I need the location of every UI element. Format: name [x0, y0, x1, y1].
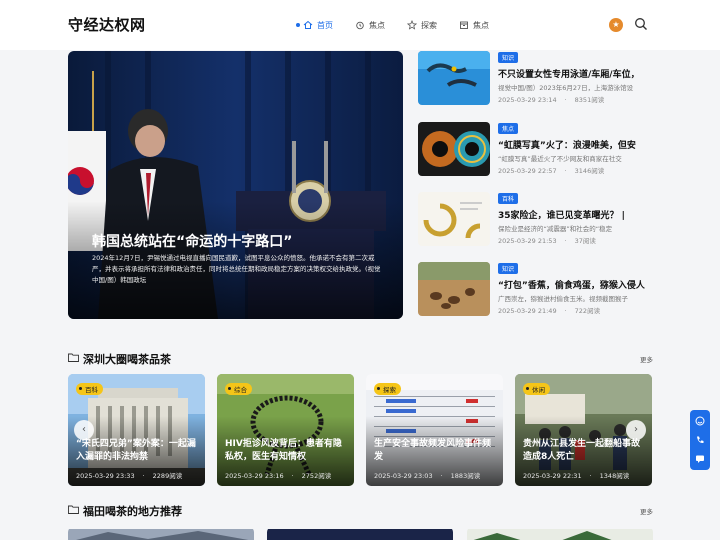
side-meta: 2025-03-29 21:53 · 37阅读 [498, 237, 596, 245]
forest-image [467, 529, 653, 540]
side-meta: 2025-03-29 22:57 · 3146阅读 [498, 167, 605, 175]
nav-focus[interactable]: 焦点 [355, 18, 385, 32]
nav-home[interactable]: 首页 [296, 18, 333, 32]
side-summary: 保险业是经济的“减震器”和社会的“稳定 [498, 225, 613, 233]
chat-icon[interactable] [695, 454, 705, 464]
card-meta: 2025-03-29 23:33 · 2289阅读 [76, 472, 183, 480]
side-article[interactable]: 知识 不只设置女性专用泳道/车厢/车位， 视觉中国/图）2023年6月27日，上… [418, 51, 658, 105]
section-title: 深圳大圈喝茶品茶 [83, 353, 171, 366]
side-tag: 焦点 [498, 123, 519, 134]
active-dot-icon [296, 23, 300, 27]
nav-explore-label: 探索 [421, 20, 437, 30]
top-header: 守经达权网 首页 焦点 探索 焦点 ★ [0, 0, 720, 50]
side-title[interactable]: 35家险企，谁已见变革曙光？ | [498, 208, 668, 221]
smile-icon[interactable] [695, 416, 705, 426]
bottom-card[interactable] [467, 527, 653, 540]
card-title[interactable]: HIV拒诊风波背后：患者有隐私权，医生有知情权 [225, 438, 349, 464]
side-tag: 知识 [498, 263, 519, 274]
card-title[interactable]: 贵州从江县发生一起翻船事故造成8人死亡 [523, 438, 647, 464]
main-nav: 首页 焦点 探索 焦点 [296, 18, 511, 32]
more-link[interactable]: 更多 [640, 506, 653, 516]
nav-focus-2-label: 焦点 [473, 20, 489, 30]
section-title: 福田喝茶的地方推荐 [83, 505, 182, 518]
card-meta: 2025-03-29 23:16 · 2752阅读 [225, 472, 332, 480]
nav-explore[interactable]: 探索 [407, 18, 437, 32]
hero-description: 2024年12月7日，尹锡悦通过电视直播向国民道歉，试图平息公众的愤怒。他承诺不… [92, 254, 381, 284]
card-tag: 探索 [374, 383, 401, 395]
user-avatar[interactable]: ★ [609, 18, 623, 32]
card-title[interactable]: 生产安全事故频发风险事件频发 [374, 438, 498, 464]
side-title[interactable]: 不只设置女性专用泳道/车厢/车位， [498, 67, 668, 80]
card-title[interactable]: “宋氏四兄弟”案外案：一起漏入漏罪的非法拘禁 [76, 438, 200, 464]
home-icon [303, 20, 313, 29]
bottom-card[interactable] [68, 527, 254, 540]
nav-home-label: 首页 [317, 20, 333, 30]
side-summary: 广西崇左，猕猴进村偷食玉米。视频截图猴子 [498, 295, 628, 303]
side-meta: 2025-03-29 23:14 · 8351阅读 [498, 96, 605, 104]
hero-banner[interactable]: 韩国总统站在“命运的十字路口” 2024年12月7日，尹锡悦通过电视直播向国民道… [68, 51, 403, 319]
hero-title[interactable]: 韩国总统站在“命运的十字路口” [92, 231, 292, 251]
folder-icon [68, 505, 79, 514]
more-link[interactable]: 更多 [640, 354, 653, 364]
card-meta: 2025-03-29 22:31 · 1348阅读 [523, 472, 630, 480]
section-header: 福田喝茶的地方推荐 更多 [68, 502, 653, 518]
card-tag: 百科 [76, 383, 103, 395]
iris-thumbnail [418, 122, 490, 176]
side-summary: “虹膜写真”最近火了不少网友和商家在社交 [498, 155, 622, 163]
card-tag: 综合 [225, 383, 252, 395]
side-tag: 百科 [498, 193, 519, 204]
box-icon [460, 21, 468, 29]
monkeys-thumbnail [418, 262, 490, 316]
bottom-card[interactable] [267, 527, 453, 540]
swimmers-thumbnail [418, 51, 490, 105]
side-article[interactable]: 百科 35家险企，谁已见变革曙光？ | 保险业是经济的“减震器”和社会的“稳定 … [418, 192, 658, 246]
section-header: 深圳大圈喝茶品茶 更多 [68, 350, 653, 366]
news-card[interactable]: 探索 生产安全事故频发风险事件频发 2025-03-29 23:03 · 1883阅… [366, 374, 503, 486]
folder-icon [68, 353, 79, 362]
alarm-icon [356, 21, 364, 30]
phone-icon[interactable] [695, 435, 705, 445]
side-article[interactable]: 知识 “打包”香蕉，偷食鸡蛋，猕猴入侵人 广西崇左，猕猴进村偷食玉米。视频截图猴… [418, 262, 658, 316]
side-meta: 2025-03-29 21:49 · 722阅读 [498, 307, 601, 315]
nav-focus-label: 焦点 [369, 20, 385, 30]
night-image [267, 529, 453, 540]
carousel-next-button[interactable]: › [626, 420, 646, 440]
site-logo[interactable]: 守经达权网 [68, 14, 146, 35]
side-tag: 知识 [498, 52, 519, 63]
side-article[interactable]: 焦点 “虹膜写真”火了：浪漫唯美，但安 “虹膜写真”最近火了不少网友和商家在社交… [418, 122, 658, 176]
side-summary: 视觉中国/图）2023年6月27日，上海游泳馆设 [498, 84, 634, 92]
card-tag: 休闲 [523, 383, 550, 395]
insurance-chart-thumbnail [418, 192, 490, 246]
news-card[interactable]: 综合 HIV拒诊风波背后：患者有隐私权，医生有知情权 2025-03-29 23… [217, 374, 354, 486]
side-title[interactable]: “虹膜写真”火了：浪漫唯美，但安 [498, 138, 668, 151]
nav-focus-2[interactable]: 焦点 [459, 18, 489, 32]
card-meta: 2025-03-29 23:03 · 1883阅读 [374, 472, 481, 480]
carousel-prev-button[interactable]: ‹ [74, 420, 94, 440]
search-icon[interactable] [634, 17, 648, 31]
mountain-image [68, 529, 254, 540]
side-title[interactable]: “打包”香蕉，偷食鸡蛋，猕猴入侵人 [498, 278, 668, 291]
star-icon [407, 20, 417, 30]
floating-toolbar [690, 410, 710, 470]
